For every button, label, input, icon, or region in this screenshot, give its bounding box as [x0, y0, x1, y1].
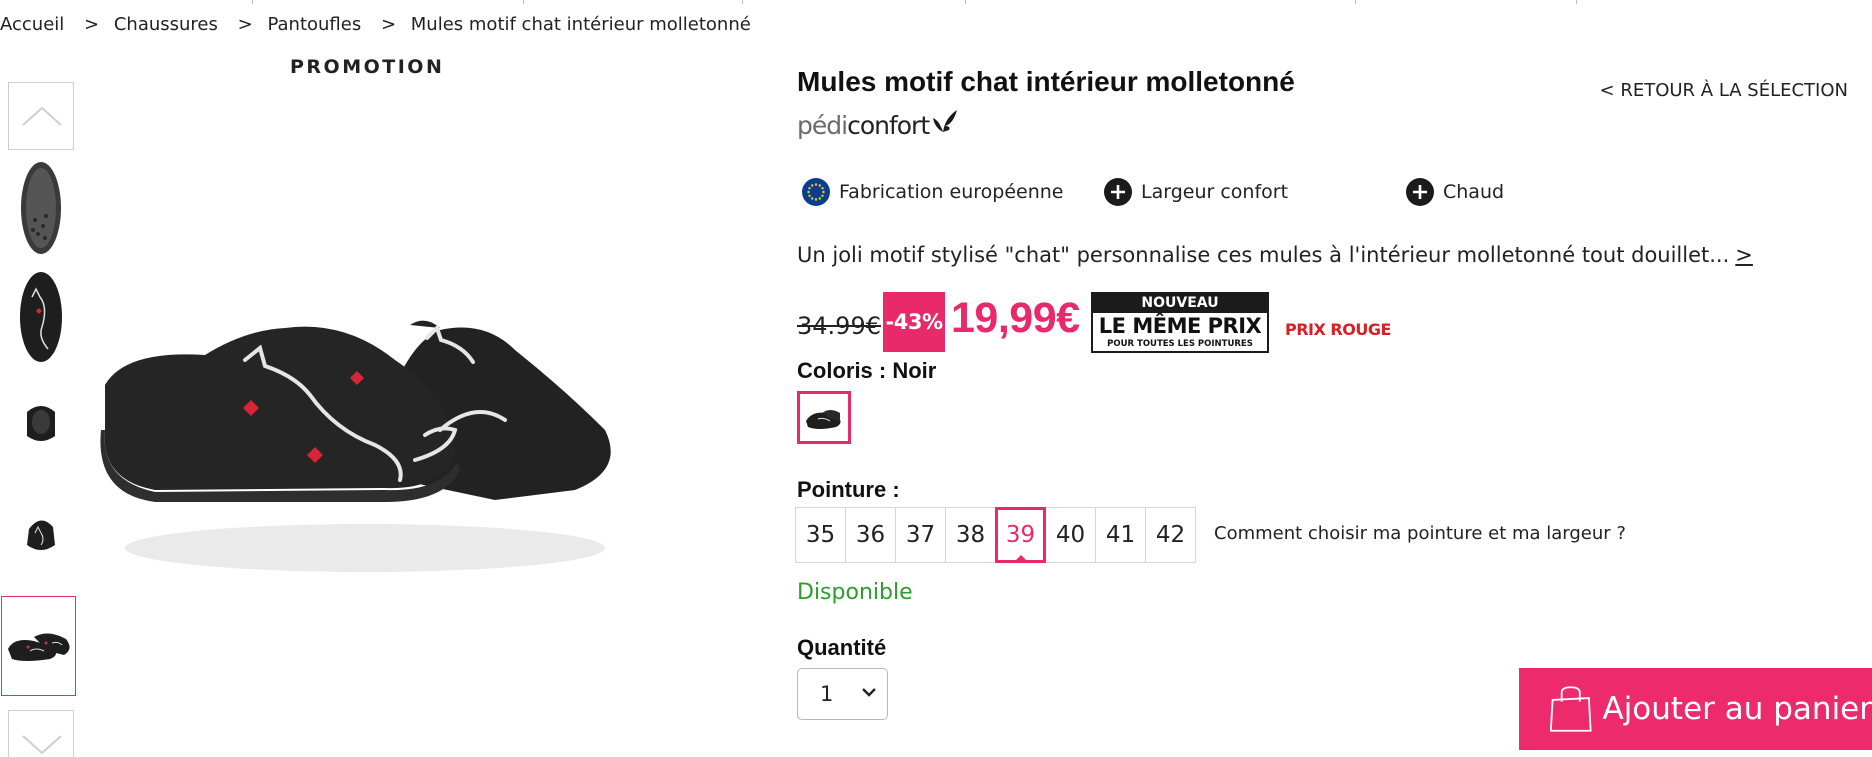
breadcrumb-separator: > — [237, 14, 253, 35]
thumbnail-pair-view[interactable] — [1, 596, 76, 696]
thumbnail-back-view[interactable] — [8, 372, 74, 472]
color-label: Coloris : Noir — [797, 358, 937, 383]
chevron-down-icon — [862, 688, 876, 697]
thumbnail-scroll-down-button[interactable] — [8, 710, 74, 757]
thumbnail-sole-view[interactable] — [8, 158, 74, 258]
size-selector: 35 36 37 38 39 40 41 42 — [795, 507, 1196, 563]
quantity-label: Quantité — [797, 635, 887, 660]
description-more-link[interactable]: > — [1735, 243, 1753, 267]
quantity-select[interactable]: 1 — [797, 668, 888, 720]
product-description: Un joli motif stylisé "chat" personnalis… — [797, 243, 1753, 267]
same-price-badge: NOUVEAU LE MÊME PRIX POUR TOUTES LES POI… — [1091, 292, 1269, 353]
brand-logo: pédiconfort — [797, 108, 959, 140]
breadcrumb: Accueil > Chaussures > Pantoufles > Mule… — [0, 14, 751, 35]
prix-rouge-label: PRIX ROUGE — [1285, 320, 1391, 339]
same-price-badge-top: NOUVEAU — [1093, 294, 1267, 313]
top-divider-line — [0, 0, 1872, 4]
feature-warm: Chaud — [1406, 178, 1504, 206]
feature-label: Chaud — [1443, 181, 1505, 203]
size-option[interactable]: 37 — [895, 507, 946, 563]
thumbnail-scroll-up-button[interactable] — [8, 82, 74, 150]
old-price: 34.99€ — [797, 312, 881, 340]
slipper-top-thumbnail — [20, 272, 62, 362]
breadcrumb-item-home[interactable]: Accueil — [0, 14, 64, 35]
slipper-sole-thumbnail — [21, 162, 61, 254]
breadcrumb-separator: > — [380, 14, 397, 35]
feature-european-made: Fabrication européenne — [802, 178, 1063, 206]
chevron-down-icon — [22, 735, 62, 755]
breadcrumb-item-pantoufles[interactable]: Pantoufles — [267, 14, 361, 35]
breadcrumb-separator: > — [84, 14, 100, 35]
product-main-image[interactable] — [95, 280, 615, 600]
chevron-up-icon — [22, 106, 62, 126]
eu-flag-icon — [802, 178, 830, 206]
quantity-value: 1 — [820, 682, 834, 706]
description-text: Un joli motif stylisé "chat" personnalis… — [797, 243, 1730, 267]
product-title: Mules motif chat intérieur molletonné — [797, 66, 1295, 97]
size-option[interactable]: 35 — [795, 507, 846, 563]
size-option[interactable]: 42 — [1145, 507, 1196, 563]
add-to-cart-button[interactable]: Ajouter au panier — [1519, 668, 1872, 750]
availability-status: Disponible — [797, 580, 913, 605]
feature-label: Fabrication européenne — [839, 181, 1064, 203]
breadcrumb-item-chaussures[interactable]: Chaussures — [114, 14, 218, 35]
feature-comfort-width: Largeur confort — [1104, 178, 1288, 206]
size-option[interactable]: 36 — [845, 507, 896, 563]
add-to-cart-label: Ajouter au panier — [1602, 691, 1872, 727]
size-guide-link[interactable]: Comment choisir ma pointure et ma largeu… — [1214, 523, 1626, 544]
color-swatch-noir[interactable] — [797, 391, 851, 444]
brand-name: pédiconfort — [797, 111, 930, 140]
size-option[interactable]: 38 — [945, 507, 996, 563]
thumbnail-top-view[interactable] — [8, 265, 74, 365]
size-label: Pointure : — [797, 477, 900, 502]
slipper-swatch-image — [806, 409, 841, 429]
size-option-selected[interactable]: 39 — [995, 507, 1046, 563]
slipper-back-thumbnail — [27, 406, 55, 441]
back-to-selection-link[interactable]: < RETOUR À LA SÉLECTION — [1600, 80, 1848, 101]
plus-icon — [1406, 178, 1434, 206]
plus-icon — [1104, 178, 1132, 206]
shopping-bag-icon — [1549, 686, 1592, 732]
breadcrumb-item-current: Mules motif chat intérieur molletonné — [410, 14, 751, 35]
promotion-label: PROMOTION — [290, 56, 445, 78]
current-price: 19,99€ — [951, 294, 1080, 342]
slipper-pair-thumbnail — [7, 633, 70, 661]
discount-badge: -43% — [883, 292, 945, 352]
same-price-badge-bottom: POUR TOUTES LES POINTURES — [1107, 339, 1253, 349]
size-option[interactable]: 41 — [1095, 507, 1146, 563]
slipper-side-thumbnail — [27, 520, 55, 550]
butterfly-icon — [933, 110, 958, 132]
thumbnail-side-view[interactable] — [8, 479, 74, 579]
same-price-badge-main: LE MÊME PRIX — [1098, 314, 1262, 338]
feature-label: Largeur confort — [1141, 181, 1289, 203]
size-option[interactable]: 40 — [1045, 507, 1096, 563]
